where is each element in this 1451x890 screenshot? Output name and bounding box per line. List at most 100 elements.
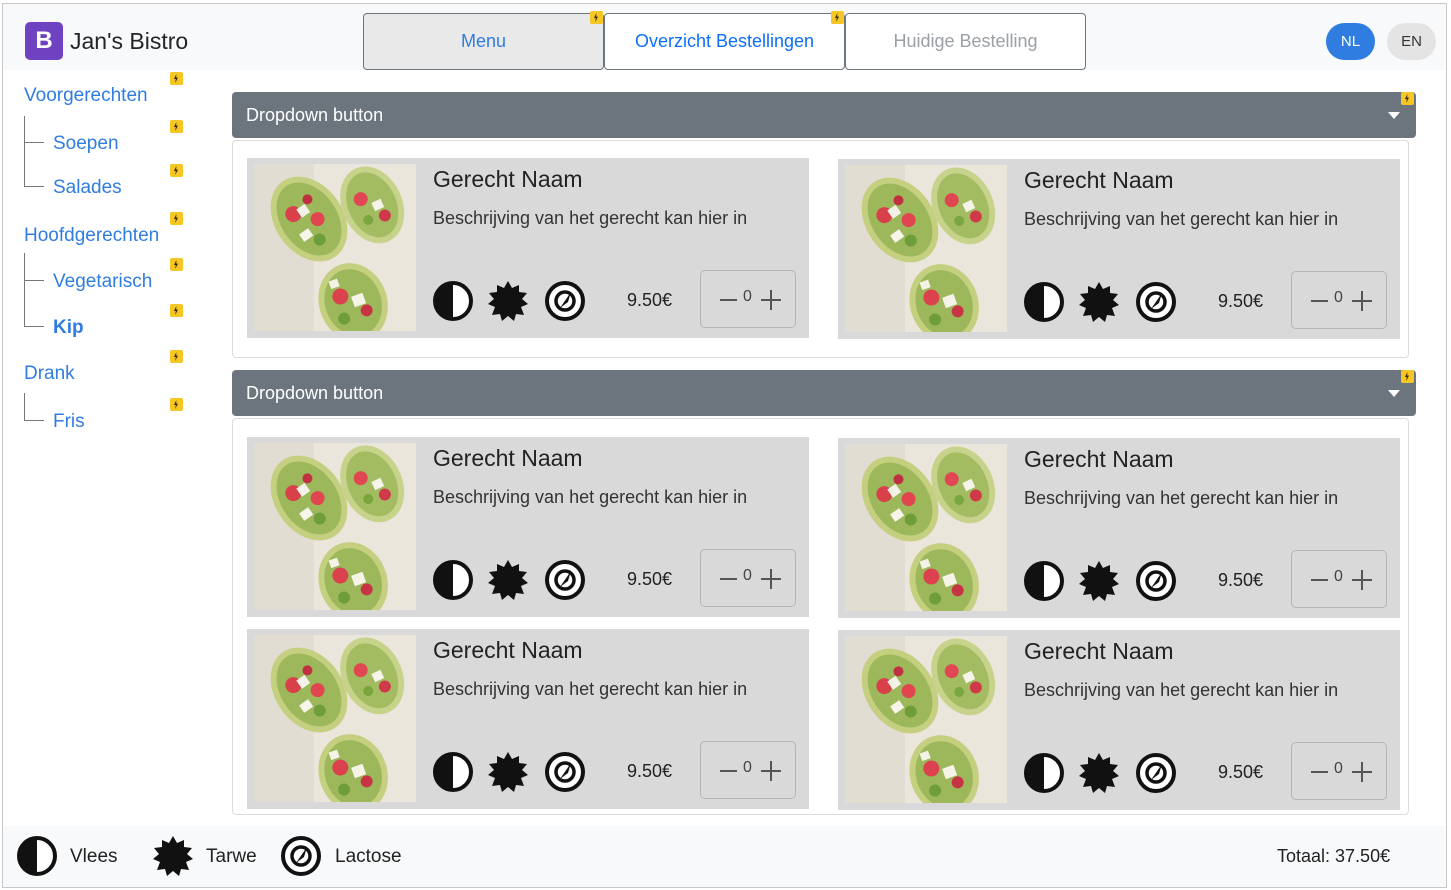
- brand-name[interactable]: Jan's Bistro: [70, 28, 188, 55]
- vlees-icon: [1023, 281, 1065, 323]
- tab-menu[interactable]: Menu: [363, 13, 604, 70]
- quantity-stepper: 0: [700, 549, 796, 607]
- sidebar-item-drank[interactable]: Drank: [24, 363, 75, 385]
- dish-title: Gerecht Naam: [1024, 446, 1174, 472]
- tarwe-icon: [487, 751, 529, 793]
- lactose-icon: [280, 835, 322, 877]
- tarwe-icon: [152, 835, 194, 877]
- tarwe-icon: [487, 280, 529, 322]
- tree-connector: [24, 116, 44, 143]
- quantity-value: 0: [743, 567, 752, 584]
- increment-button[interactable]: [1352, 570, 1372, 590]
- quantity-value: 0: [743, 288, 752, 305]
- quantity-stepper: 0: [700, 270, 796, 328]
- decrement-button[interactable]: [1311, 771, 1328, 773]
- tarwe-icon: [1078, 752, 1120, 794]
- vlees-icon: [16, 835, 58, 877]
- sidebar-item-voorgerechten[interactable]: Voorgerechten: [24, 85, 148, 107]
- tab-huidige-bestelling[interactable]: Huidige Bestelling: [845, 13, 1086, 70]
- quantity-value: 0: [1334, 760, 1343, 777]
- bolt-icon: [170, 350, 183, 363]
- tab-overzicht-bestellingen[interactable]: Overzicht Bestellingen: [604, 13, 845, 70]
- sidebar-item-soepen[interactable]: Soepen: [53, 133, 119, 155]
- dish-price: 9.50€: [627, 761, 673, 781]
- increment-button[interactable]: [1352, 291, 1372, 311]
- category-dropdown-button[interactable]: Dropdown button: [232, 370, 1416, 416]
- increment-button[interactable]: [761, 290, 781, 310]
- lactose-icon: [1135, 752, 1177, 794]
- sidebar-item-fris[interactable]: Fris: [53, 411, 85, 433]
- decrement-button[interactable]: [1311, 579, 1328, 581]
- vlees-icon: [1023, 560, 1065, 602]
- dish-image: [254, 443, 416, 610]
- dish-card: Gerecht Naam Beschrijving van het gerecht…: [838, 438, 1400, 618]
- increment-button[interactable]: [761, 761, 781, 781]
- vlees-icon: [1023, 752, 1065, 794]
- caret-down-icon: [1388, 390, 1400, 397]
- legend-label-vlees: Vlees: [70, 846, 118, 867]
- dish-card: Gerecht Naam Beschrijving van het gerecht…: [247, 158, 809, 338]
- lactose-icon: [544, 559, 586, 601]
- vlees-icon: [432, 559, 474, 601]
- tree-connector: [24, 253, 44, 281]
- dish-description: Beschrijving van het gerecht kan hier in: [1024, 680, 1339, 700]
- sidebar-item-hoofdgerechten[interactable]: Hoofdgerechten: [24, 225, 159, 247]
- sidebar-item-kip[interactable]: Kip: [53, 317, 84, 339]
- tree-connector: [24, 393, 44, 421]
- dropdown-label: Dropdown button: [246, 105, 384, 125]
- dish-card: Gerecht Naam Beschrijving van het gerecht…: [247, 629, 809, 809]
- bolt-icon: [1401, 370, 1414, 383]
- decrement-button[interactable]: [720, 578, 737, 580]
- dish-title: Gerecht Naam: [1024, 638, 1174, 664]
- dish-card: Gerecht Naam Beschrijving van het gerecht…: [247, 437, 809, 617]
- category-dropdown-button[interactable]: Dropdown button: [232, 92, 1416, 138]
- bolt-icon: [170, 398, 183, 411]
- lactose-icon: [1135, 281, 1177, 323]
- dish-price: 9.50€: [1218, 291, 1264, 311]
- tree-connector: [24, 281, 44, 327]
- tree-connector: [24, 143, 44, 187]
- dish-card: Gerecht Naam Beschrijving van het gerecht…: [838, 159, 1400, 339]
- dish-image: [254, 635, 416, 802]
- language-en-button[interactable]: EN: [1387, 23, 1436, 60]
- dropdown-label: Dropdown button: [246, 383, 384, 403]
- bolt-icon: [170, 304, 183, 317]
- legend-footer: Vlees Tarwe Lactose Totaal: 37.50€: [3, 826, 1446, 887]
- decrement-button[interactable]: [720, 770, 737, 772]
- tarwe-icon: [1078, 560, 1120, 602]
- lactose-icon: [544, 751, 586, 793]
- bolt-icon: [170, 212, 183, 225]
- language-nl-button[interactable]: NL: [1326, 23, 1375, 60]
- bolt-icon: [1401, 92, 1414, 105]
- dish-image: [845, 636, 1007, 803]
- top-navbar: B Jan's Bistro Menu Overzicht Bestelling…: [3, 4, 1446, 70]
- dish-title: Gerecht Naam: [433, 637, 583, 663]
- bolt-icon: [170, 120, 183, 133]
- dish-image: [845, 165, 1007, 332]
- tarwe-icon: [487, 559, 529, 601]
- order-total: Totaal: 37.50€: [1277, 846, 1391, 866]
- dish-price: 9.50€: [627, 290, 673, 310]
- bolt-icon: [590, 11, 603, 24]
- sidebar-item-salades[interactable]: Salades: [53, 177, 122, 199]
- lactose-icon: [1135, 560, 1177, 602]
- quantity-stepper: 0: [1291, 271, 1387, 329]
- increment-button[interactable]: [761, 569, 781, 589]
- decrement-button[interactable]: [720, 299, 737, 301]
- dish-description: Beschrijving van het gerecht kan hier in: [433, 487, 748, 507]
- increment-button[interactable]: [1352, 762, 1372, 782]
- caret-down-icon: [1388, 112, 1400, 119]
- sidebar-item-vegetarisch[interactable]: Vegetarisch: [53, 271, 152, 293]
- vlees-icon: [432, 751, 474, 793]
- quantity-stepper: 0: [1291, 550, 1387, 608]
- dish-card: Gerecht Naam Beschrijving van het gerecht…: [838, 630, 1400, 810]
- dish-image: [254, 164, 416, 331]
- dish-description: Beschrijving van het gerecht kan hier in: [1024, 488, 1339, 508]
- dish-image: [845, 444, 1007, 611]
- dish-panel: Gerecht Naam Beschrijving van het gerecht…: [232, 418, 1409, 815]
- brand-logo[interactable]: B: [25, 22, 63, 60]
- vlees-icon: [432, 280, 474, 322]
- dish-price: 9.50€: [1218, 570, 1264, 590]
- decrement-button[interactable]: [1311, 300, 1328, 302]
- dish-description: Beschrijving van het gerecht kan hier in: [433, 208, 748, 228]
